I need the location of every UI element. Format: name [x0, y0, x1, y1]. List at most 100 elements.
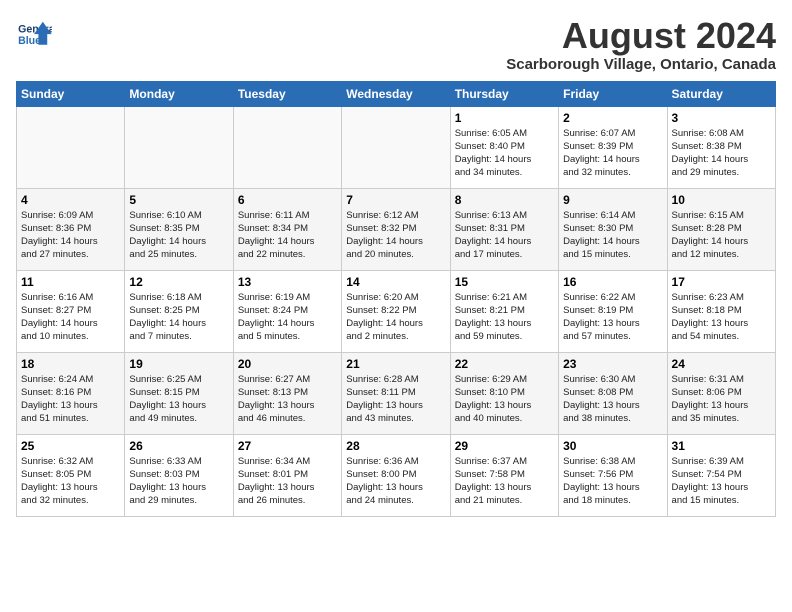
day-content: Sunrise: 6:14 AM Sunset: 8:30 PM Dayligh…	[563, 209, 662, 262]
day-number: 15	[455, 275, 554, 289]
day-number: 16	[563, 275, 662, 289]
col-wednesday: Wednesday	[342, 81, 450, 106]
day-content: Sunrise: 6:22 AM Sunset: 8:19 PM Dayligh…	[563, 291, 662, 344]
day-content: Sunrise: 6:23 AM Sunset: 8:18 PM Dayligh…	[672, 291, 771, 344]
calendar-cell: 13 Sunrise: 6:19 AM Sunset: 8:24 PM Dayli…	[233, 270, 341, 352]
calendar-cell: 3 Sunrise: 6:08 AM Sunset: 8:38 PM Daylig…	[667, 106, 775, 188]
day-content: Sunrise: 6:28 AM Sunset: 8:11 PM Dayligh…	[346, 373, 445, 426]
day-number: 9	[563, 193, 662, 207]
calendar-cell: 30Sunrise: 6:38 AM Sunset: 7:56 PM Dayli…	[559, 434, 667, 516]
day-content: Sunrise: 6:33 AM Sunset: 8:03 PM Dayligh…	[129, 455, 228, 508]
calendar-cell: 19Sunrise: 6:25 AM Sunset: 8:15 PM Dayli…	[125, 352, 233, 434]
svg-text:Blue: Blue	[18, 35, 41, 47]
day-number: 20	[238, 357, 337, 371]
calendar-week-4: 18 Sunrise: 6:24 AM Sunset: 8:16 PM Dayli…	[17, 352, 776, 434]
calendar-cell: 14Sunrise: 6:20 AM Sunset: 8:22 PM Dayli…	[342, 270, 450, 352]
day-number: 2	[563, 111, 662, 125]
day-number: 10	[672, 193, 771, 207]
day-content: Sunrise: 6:29 AM Sunset: 8:10 PM Dayligh…	[455, 373, 554, 426]
day-content: Sunrise: 6:20 AM Sunset: 8:22 PM Dayligh…	[346, 291, 445, 344]
day-content: Sunrise: 6:39 AM Sunset: 7:54 PM Dayligh…	[672, 455, 771, 508]
day-number: 18	[21, 357, 120, 371]
day-number: 30	[563, 439, 662, 453]
calendar-cell: 6 Sunrise: 6:11 AM Sunset: 8:34 PM Daylig…	[233, 188, 341, 270]
day-number: 29	[455, 439, 554, 453]
day-number: 6	[238, 193, 337, 207]
calendar-cell: 22 Sunrise: 6:29 AM Sunset: 8:10 PM Dayli…	[450, 352, 558, 434]
calendar-cell	[233, 106, 341, 188]
logo-icon: General Blue	[16, 20, 52, 50]
day-content: Sunrise: 6:31 AM Sunset: 8:06 PM Dayligh…	[672, 373, 771, 426]
day-content: Sunrise: 6:32 AM Sunset: 8:05 PM Dayligh…	[21, 455, 120, 508]
day-number: 4	[21, 193, 120, 207]
day-number: 28	[346, 439, 445, 453]
day-number: 21	[346, 357, 445, 371]
calendar-week-5: 25 Sunrise: 6:32 AM Sunset: 8:05 PM Dayli…	[17, 434, 776, 516]
calendar-cell: 27 Sunrise: 6:34 AM Sunset: 8:01 PM Dayli…	[233, 434, 341, 516]
day-content: Sunrise: 6:16 AM Sunset: 8:27 PM Dayligh…	[21, 291, 120, 344]
day-content: Sunrise: 6:10 AM Sunset: 8:35 PM Dayligh…	[129, 209, 228, 262]
day-number: 31	[672, 439, 771, 453]
day-number: 7	[346, 193, 445, 207]
day-content: Sunrise: 6:30 AM Sunset: 8:08 PM Dayligh…	[563, 373, 662, 426]
day-number: 24	[672, 357, 771, 371]
day-content: Sunrise: 6:18 AM Sunset: 8:25 PM Dayligh…	[129, 291, 228, 344]
day-number: 22	[455, 357, 554, 371]
day-number: 3	[672, 111, 771, 125]
calendar-cell: 2Sunrise: 6:07 AM Sunset: 8:39 PM Daylig…	[559, 106, 667, 188]
calendar-cell: 28 Sunrise: 6:36 AM Sunset: 8:00 PM Dayli…	[342, 434, 450, 516]
calendar-cell: 1Sunrise: 6:05 AM Sunset: 8:40 PM Daylig…	[450, 106, 558, 188]
day-number: 27	[238, 439, 337, 453]
col-monday: Monday	[125, 81, 233, 106]
calendar-cell	[125, 106, 233, 188]
calendar-cell: 9 Sunrise: 6:14 AM Sunset: 8:30 PM Daylig…	[559, 188, 667, 270]
calendar-week-2: 4 Sunrise: 6:09 AM Sunset: 8:36 PM Daylig…	[17, 188, 776, 270]
header: General Blue August 2024 Scarborough Vil…	[16, 16, 776, 73]
day-number: 11	[21, 275, 120, 289]
day-content: Sunrise: 6:34 AM Sunset: 8:01 PM Dayligh…	[238, 455, 337, 508]
calendar-week-3: 11 Sunrise: 6:16 AM Sunset: 8:27 PM Dayli…	[17, 270, 776, 352]
day-content: Sunrise: 6:09 AM Sunset: 8:36 PM Dayligh…	[21, 209, 120, 262]
calendar-cell: 12 Sunrise: 6:18 AM Sunset: 8:25 PM Dayli…	[125, 270, 233, 352]
calendar-cell: 16 Sunrise: 6:22 AM Sunset: 8:19 PM Dayli…	[559, 270, 667, 352]
day-content: Sunrise: 6:25 AM Sunset: 8:15 PM Dayligh…	[129, 373, 228, 426]
day-content: Sunrise: 6:24 AM Sunset: 8:16 PM Dayligh…	[21, 373, 120, 426]
day-content: Sunrise: 6:36 AM Sunset: 8:00 PM Dayligh…	[346, 455, 445, 508]
day-number: 25	[21, 439, 120, 453]
calendar-cell: 18 Sunrise: 6:24 AM Sunset: 8:16 PM Dayli…	[17, 352, 125, 434]
title-area: August 2024 Scarborough Village, Ontario…	[506, 16, 776, 73]
day-number: 23	[563, 357, 662, 371]
main-title: August 2024	[506, 16, 776, 56]
calendar-cell: 5 Sunrise: 6:10 AM Sunset: 8:35 PM Daylig…	[125, 188, 233, 270]
calendar-week-1: 1Sunrise: 6:05 AM Sunset: 8:40 PM Daylig…	[17, 106, 776, 188]
day-number: 12	[129, 275, 228, 289]
calendar-cell: 15Sunrise: 6:21 AM Sunset: 8:21 PM Dayli…	[450, 270, 558, 352]
day-number: 26	[129, 439, 228, 453]
day-number: 17	[672, 275, 771, 289]
day-content: Sunrise: 6:13 AM Sunset: 8:31 PM Dayligh…	[455, 209, 554, 262]
calendar-cell: 11 Sunrise: 6:16 AM Sunset: 8:27 PM Dayli…	[17, 270, 125, 352]
day-content: Sunrise: 6:11 AM Sunset: 8:34 PM Dayligh…	[238, 209, 337, 262]
calendar-cell: 7 Sunrise: 6:12 AM Sunset: 8:32 PM Daylig…	[342, 188, 450, 270]
calendar-cell: 31 Sunrise: 6:39 AM Sunset: 7:54 PM Dayli…	[667, 434, 775, 516]
logo: General Blue	[16, 20, 52, 50]
col-thursday: Thursday	[450, 81, 558, 106]
calendar-cell	[17, 106, 125, 188]
calendar-cell: 21 Sunrise: 6:28 AM Sunset: 8:11 PM Dayli…	[342, 352, 450, 434]
calendar-cell: 29Sunrise: 6:37 AM Sunset: 7:58 PM Dayli…	[450, 434, 558, 516]
day-content: Sunrise: 6:15 AM Sunset: 8:28 PM Dayligh…	[672, 209, 771, 262]
calendar-cell	[342, 106, 450, 188]
calendar: Sunday Monday Tuesday Wednesday Thursday…	[16, 81, 776, 517]
calendar-cell: 25 Sunrise: 6:32 AM Sunset: 8:05 PM Dayli…	[17, 434, 125, 516]
subtitle: Scarborough Village, Ontario, Canada	[506, 56, 776, 73]
day-content: Sunrise: 6:19 AM Sunset: 8:24 PM Dayligh…	[238, 291, 337, 344]
day-content: Sunrise: 6:12 AM Sunset: 8:32 PM Dayligh…	[346, 209, 445, 262]
day-number: 5	[129, 193, 228, 207]
day-content: Sunrise: 6:08 AM Sunset: 8:38 PM Dayligh…	[672, 127, 771, 180]
calendar-cell: 23 Sunrise: 6:30 AM Sunset: 8:08 PM Dayli…	[559, 352, 667, 434]
calendar-cell: 8 Sunrise: 6:13 AM Sunset: 8:31 PM Daylig…	[450, 188, 558, 270]
day-number: 13	[238, 275, 337, 289]
calendar-cell: 4 Sunrise: 6:09 AM Sunset: 8:36 PM Daylig…	[17, 188, 125, 270]
day-number: 1	[455, 111, 554, 125]
day-number: 8	[455, 193, 554, 207]
